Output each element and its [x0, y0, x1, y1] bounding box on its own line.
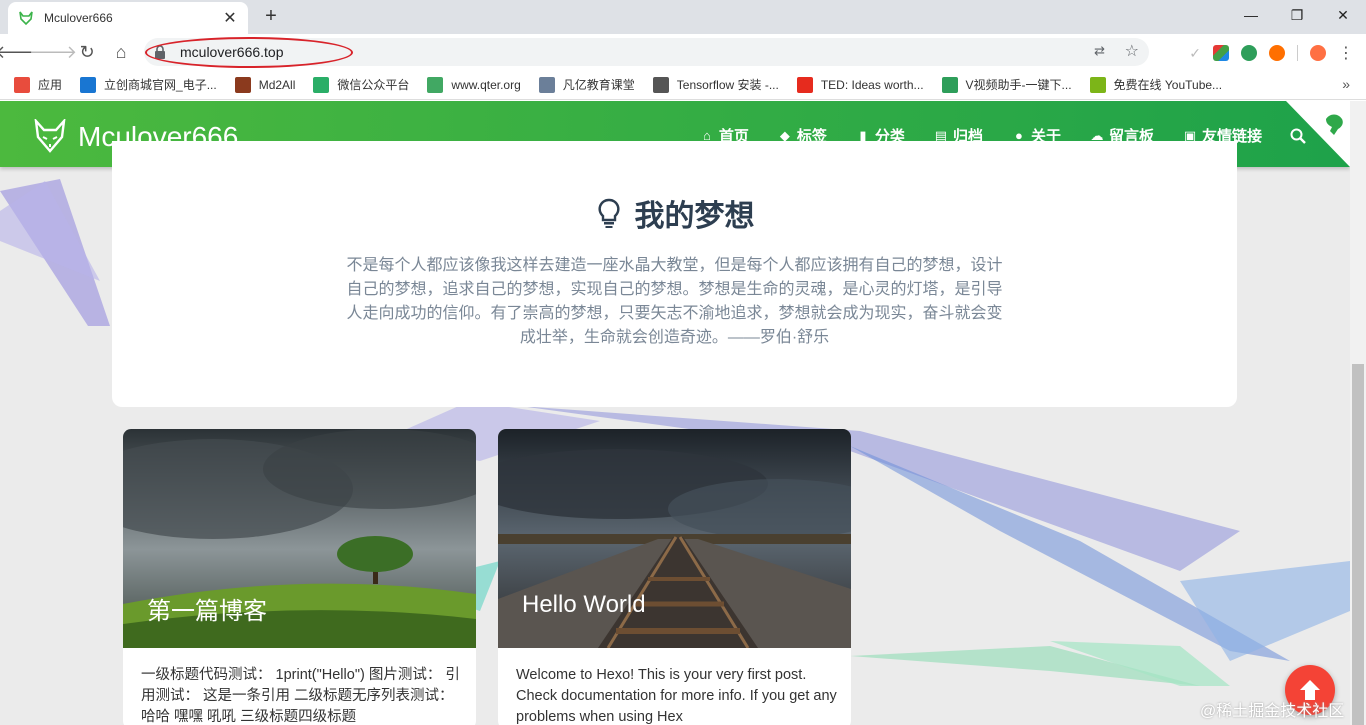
bookmark-item[interactable]: 立创商城官网_电子... — [80, 76, 217, 93]
infinity-extension-icon[interactable] — [1269, 45, 1285, 61]
minimize-button[interactable]: — — [1228, 0, 1274, 30]
wechat-icon — [313, 76, 330, 93]
user-circle-icon — [538, 76, 555, 93]
lightbulb-icon — [598, 198, 619, 228]
bookmark-item[interactable]: TED: Ideas worth... — [796, 76, 924, 93]
dream-quote: 不是每个人都应该像我这样去建造一座水晶大教堂，但是每个人都应该拥有自己的梦想，设… — [346, 257, 1003, 346]
dream-title: 我的梦想 — [634, 200, 755, 233]
tab-title: Mculover666 — [44, 11, 113, 25]
bookmark-label: Md2All — [258, 77, 296, 92]
video-helper-icon — [941, 76, 958, 93]
new-tab-button[interactable]: + — [260, 6, 282, 28]
bookmark-label: V视频助手-一键下... — [965, 78, 1072, 92]
colorful-extension-icon[interactable] — [1213, 45, 1229, 61]
web-page: Mculover666 ⌂ 首页 ◆ 标签 ▮ 分类 ▤ 归档 ● 关于 ☁ 留言板 ▣ 友情链接 我的梦… — [0, 101, 1366, 725]
github-corner-icon[interactable] — [1286, 101, 1350, 167]
bookmark-label: TED: Ideas worth... — [820, 77, 924, 92]
close-window-button[interactable]: ✕ — [1320, 0, 1366, 30]
bookmark-item[interactable]: Tensorflow 安装 -... — [652, 76, 779, 93]
scrollbar-thumb[interactable] — [1352, 364, 1364, 725]
forward-button[interactable]: 🡒 — [29, 37, 77, 67]
bookmark-label: 免费在线 YouTube... — [1113, 78, 1223, 92]
home-button[interactable]: ⌂ — [106, 37, 136, 67]
ted-icon — [796, 76, 813, 93]
post-excerpt: Welcome to Hexo! This is your very first… — [516, 667, 837, 725]
translate-icon[interactable]: ⇄ — [1094, 43, 1105, 59]
page-scrollbar[interactable] — [1350, 101, 1366, 725]
restore-button[interactable]: ❐ — [1274, 0, 1320, 30]
bookmark-item[interactable]: 凡亿教育课堂 — [538, 76, 635, 93]
watermark-text: @稀土掘金技术社区 — [1200, 703, 1345, 720]
menu-kebab-icon[interactable]: ⋮ — [1338, 43, 1354, 63]
more-bookmarks-icon[interactable]: » — [1342, 76, 1350, 92]
bookmark-label: www.qter.org — [451, 77, 521, 92]
bookmark-item[interactable]: V视频助手-一键下... — [941, 76, 1072, 93]
bookmark-item[interactable]: 免费在线 YouTube... — [1089, 76, 1223, 93]
y-extension-icon[interactable] — [1241, 45, 1257, 61]
dream-card: 我的梦想 不是每个人都应该像我这样去建造一座水晶大教堂，但是每个人都应该拥有自己… — [112, 141, 1237, 407]
bookmark-item[interactable]: www.qter.org — [427, 76, 521, 93]
qter-icon — [427, 76, 444, 93]
extensions-area: ✓ ⋮ — [1189, 43, 1354, 63]
md2all-icon — [234, 76, 251, 93]
globe-icon — [652, 76, 669, 93]
check-icon[interactable]: ✓ — [1189, 45, 1201, 62]
star-icon[interactable]: ☆ — [1125, 41, 1139, 61]
bookmark-label: 凡亿教育课堂 — [562, 78, 635, 92]
post-title[interactable]: Hello World — [522, 591, 646, 619]
bookmark-item[interactable]: Md2All — [234, 76, 296, 93]
apps-grid-icon — [14, 76, 30, 93]
browser-tab[interactable]: Mculover666 ✕ — [8, 2, 248, 34]
tab-strip: Mculover666 ✕ + — ❐ ✕ — [0, 0, 1366, 34]
profile-avatar-icon[interactable] — [1310, 45, 1326, 61]
lc-logo-icon — [80, 76, 97, 93]
post-card[interactable]: 第一篇博客 一级标题代码测试： 1print("Hello") 图片测试： 引用… — [123, 429, 476, 725]
fox-logo-icon — [19, 11, 33, 26]
bookmarks-bar: 应用 立创商城官网_电子... Md2All 微信公众平台 www.qter.org 凡亿… — [0, 70, 1366, 100]
post-title[interactable]: 第一篇博客 — [147, 591, 267, 626]
bookmark-label: 应用 — [38, 78, 63, 92]
bookmark-label: 微信公众平台 — [337, 78, 410, 92]
bookmark-item[interactable]: 微信公众平台 — [313, 76, 409, 93]
bookmark-item[interactable]: 应用 — [14, 76, 62, 93]
close-tab-icon[interactable]: ✕ — [222, 8, 238, 28]
bookmark-label: 立创商城官网_电子... — [104, 78, 217, 92]
post-excerpt: 一级标题代码测试： 1print("Hello") 图片测试： 引用测试： 这是… — [141, 667, 460, 725]
reload-button[interactable]: ↻ — [72, 37, 102, 67]
post-card[interactable]: Hello World Welcome to Hexo! This is you… — [498, 429, 851, 725]
red-annotation-ellipse — [145, 37, 353, 68]
fox-logo-icon[interactable] — [34, 119, 66, 153]
bookmark-label: Tensorflow 安装 -... — [676, 78, 779, 92]
download-arrow-icon — [1089, 76, 1106, 93]
